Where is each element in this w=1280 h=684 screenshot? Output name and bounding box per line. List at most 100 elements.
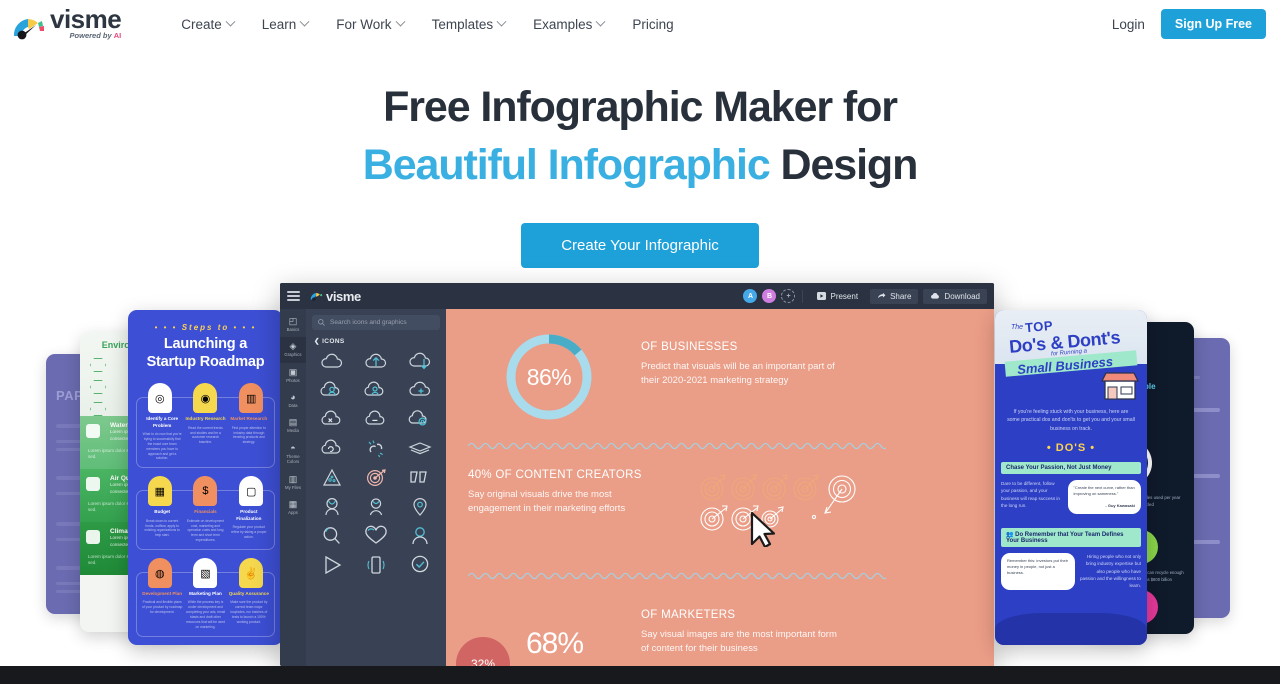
add-collaborator-button[interactable]: +	[781, 289, 796, 303]
cloud-settings-icon[interactable]	[407, 409, 433, 429]
sign-up-free-button[interactable]: Sign Up Free	[1160, 9, 1266, 39]
donut-chart-86: 86%	[506, 334, 592, 420]
hamburger-menu-icon[interactable]	[287, 290, 300, 302]
dos-card-header: The TOP Do's & Dont's for Running a Smal…	[995, 310, 1147, 400]
target-icon: ◎	[147, 383, 172, 414]
map-pin-icon[interactable]	[407, 496, 433, 516]
palette-icon: ◓	[290, 442, 296, 453]
visme-editor-window: 이 동영상 받기 ? X visme A B +	[280, 283, 994, 666]
cloud-remove-x-icon[interactable]	[319, 409, 345, 429]
user-icon[interactable]	[407, 525, 433, 545]
cloud-upload-icon[interactable]	[363, 351, 389, 371]
sidebar-item-apps[interactable]: ▦ Apps	[280, 495, 306, 520]
nav-right-actions: Login Sign Up Free	[1112, 9, 1266, 39]
magnifier-icon[interactable]	[319, 525, 345, 545]
cloud-icon[interactable]	[319, 351, 345, 371]
document-icon: ▢	[239, 476, 264, 507]
sidebar-item-graphics[interactable]: ◈ Graphics	[280, 337, 306, 363]
cloud-person-icon[interactable]	[363, 380, 389, 400]
share-button[interactable]: Share	[870, 288, 919, 304]
search-icon	[318, 319, 325, 326]
roadmap-group-2: ▦ $ ▢ Budget Break down to current funds,…	[136, 476, 275, 551]
sidebar-item-photos[interactable]: ▣ Photos	[280, 363, 306, 388]
nav-item-for-work[interactable]: For Work	[322, 11, 417, 38]
heart-icon[interactable]	[363, 525, 389, 545]
present-button[interactable]: Present	[810, 289, 865, 304]
chart-bars-icon: ▥	[239, 383, 264, 414]
logo-tagline: Powered by AI	[69, 30, 122, 40]
search-placeholder: Search icons and graphics	[330, 319, 407, 326]
editor-toolbar: visme A B + Present Share Download	[280, 283, 994, 309]
targets-illustration	[700, 474, 856, 547]
thermometer-icon	[86, 530, 100, 544]
cloud-icon	[86, 477, 100, 491]
download-button[interactable]: Download	[923, 288, 987, 304]
nav-item-learn[interactable]: Learn	[248, 11, 323, 38]
stat-40-heading: 40% OF CONTENT CREATORS	[468, 469, 642, 481]
editor-logo-wordmark: visme	[326, 288, 361, 304]
cloud-sync-icon[interactable]	[319, 438, 345, 458]
phone-vibrate-icon[interactable]	[363, 554, 389, 574]
dos-tip-2-body: Hiring people who not only bring industr…	[1079, 553, 1141, 589]
cloud-download-icon[interactable]	[407, 351, 433, 371]
roadmap-item: Budget Break down to current funds, outfl…	[144, 509, 180, 538]
target-dart-icon[interactable]	[363, 467, 389, 487]
cloud-download-icon	[931, 293, 940, 299]
data-pie-icon: ◕	[290, 392, 296, 403]
apps-grid-icon: ▦	[288, 498, 298, 509]
dos-tip-2-band: 👥 Do Remember that Your Team Defines You…	[1001, 527, 1141, 547]
hero-line-1: Free Infographic Maker for	[383, 83, 898, 131]
pizza-slice-icon[interactable]	[319, 467, 345, 487]
dos-tip-1-band: Chase Your Passion, Not Just Money	[1001, 461, 1141, 474]
sidebar-item-media[interactable]: ▤ Media	[280, 413, 306, 438]
sidebar-item-data[interactable]: ◕ Data	[280, 388, 306, 413]
sidebar-item-basics[interactable]: ◰ Basics	[280, 312, 306, 337]
check-circle-icon[interactable]	[407, 554, 433, 574]
template-card-startup-roadmap[interactable]: • • • Steps to • • • Launching a Startup …	[128, 310, 283, 645]
primary-nav-links: Create Learn For Work Templates Examples…	[167, 11, 687, 38]
visme-logo[interactable]: visme Powered by AI	[12, 6, 122, 41]
roadmap-group-3: ◍ ▧ ✌ Development Plan Practical and flex…	[136, 558, 275, 638]
dos-tip-1-quote: "Create the next curve, rather than impr…	[1067, 479, 1141, 514]
infographic-canvas[interactable]: 86% OF BUSINESSES Predict that visuals w…	[446, 309, 994, 666]
avatar-woman-icon[interactable]	[319, 496, 345, 516]
nav-item-examples[interactable]: Examples	[519, 11, 618, 38]
roadmap-item: Marketing Plan While the process key is u…	[185, 591, 226, 630]
play-triangle-icon[interactable]	[319, 554, 345, 574]
stat-40-body: Say original visuals drive the most enga…	[468, 489, 626, 515]
nav-item-templates[interactable]: Templates	[418, 11, 520, 38]
quotation-marks-icon[interactable]	[407, 467, 433, 487]
nav-item-pricing[interactable]: Pricing	[618, 11, 687, 38]
page-title: Free Infographic Maker for Beautiful Inf…	[0, 86, 1280, 187]
hero-section: Free Infographic Maker for Beautiful Inf…	[0, 48, 1280, 299]
nav-item-create[interactable]: Create	[167, 11, 248, 38]
wave-divider	[468, 572, 886, 580]
login-link[interactable]: Login	[1112, 17, 1145, 32]
lightbulb-icon: ◍	[147, 558, 172, 589]
create-your-infographic-button[interactable]: Create Your Infographic	[521, 223, 759, 268]
editor-logo[interactable]: visme	[310, 289, 361, 304]
chevron-down-icon	[496, 16, 507, 27]
roadmap-launch-block: Launch Make the final launch spread by m…	[128, 643, 283, 645]
browser-bottom-bar	[0, 666, 1280, 684]
stat-68-value: 68%	[526, 627, 584, 660]
folder-icon: ▥	[288, 473, 298, 484]
visme-logo-icon	[12, 15, 46, 41]
cloud-minus-icon[interactable]	[363, 409, 389, 429]
sidebar-item-my-files[interactable]: ▥ My Files	[280, 470, 306, 495]
sidebar-item-theme-colors[interactable]: ◓ Theme Colors	[280, 439, 306, 470]
layers-icon[interactable]	[407, 438, 433, 458]
template-card-dos-donts[interactable]: The TOP Do's & Dont's for Running a Smal…	[995, 310, 1147, 645]
stat-40-text: 40% OF CONTENT CREATORS Say original vis…	[468, 469, 648, 517]
broken-link-icon[interactable]	[363, 438, 389, 458]
visme-logo-icon	[310, 292, 323, 301]
roadmap-item: Identify a Core Problem What to do now th…	[142, 416, 182, 461]
cloud-user-icon[interactable]	[319, 380, 345, 400]
dos-tip-2-quote: Remember this: investors put their money…	[1001, 552, 1075, 590]
cloud-add-icon[interactable]	[407, 380, 433, 400]
avatar[interactable]: A	[743, 289, 758, 303]
avatar-person-icon[interactable]	[363, 496, 389, 516]
panel-back-to-icons[interactable]: ❮ ICONS	[314, 337, 440, 345]
search-input[interactable]: Search icons and graphics	[312, 315, 440, 330]
avatar[interactable]: B	[762, 289, 777, 303]
